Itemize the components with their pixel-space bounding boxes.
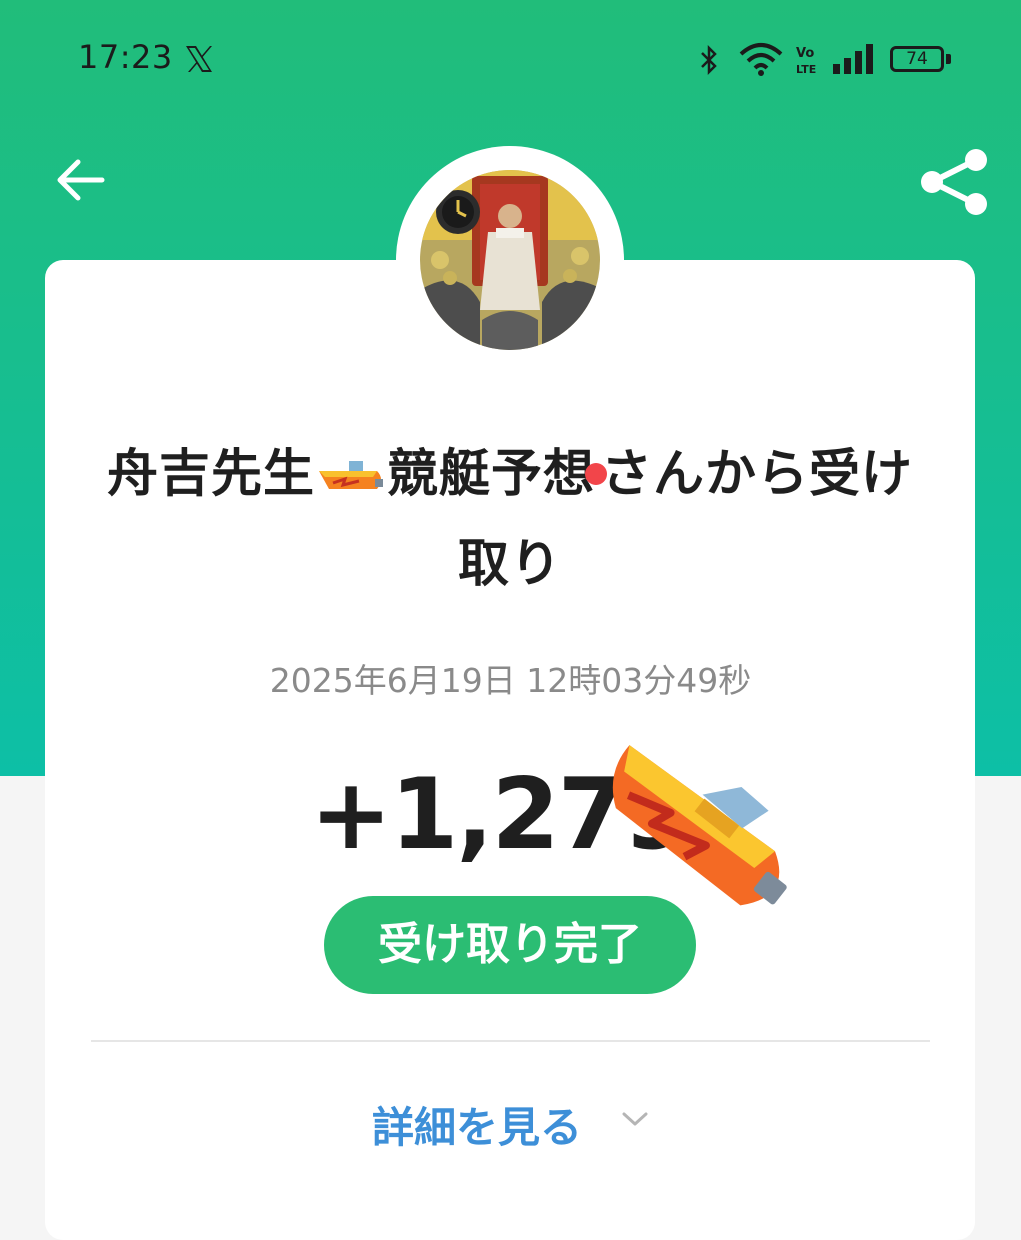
status-time: 17:23 — [78, 38, 173, 76]
svg-text:Vo: Vo — [796, 46, 814, 61]
avatar — [420, 170, 600, 350]
battery-tip — [946, 54, 951, 64]
share-button[interactable] — [916, 144, 990, 218]
bluetooth-icon — [701, 44, 717, 76]
speedboat-icon — [318, 461, 383, 489]
chevron-down-icon[interactable] — [620, 1108, 650, 1130]
svg-text:LTE: LTE — [796, 63, 816, 76]
x-logo-icon — [186, 46, 212, 72]
status-bar: 17:23 Vo LTE 74 — [0, 0, 1021, 120]
transfer-date: 2025年6月19日 12時03分49秒 — [269, 661, 752, 700]
view-details-link[interactable]: 詳細を見る — [372, 1094, 582, 1155]
wifi-icon — [739, 43, 783, 76]
back-button[interactable] — [54, 154, 106, 206]
volte-icon: Vo LTE — [796, 46, 816, 76]
sender-name: 舟吉先生 — [106, 445, 315, 504]
signal-icon — [833, 44, 873, 74]
divider — [91, 1040, 930, 1042]
battery-icon: 74 — [890, 46, 944, 72]
received-status-badge: 受け取り完了 — [324, 896, 696, 994]
sender-name-suffix: 競艇予想 — [386, 445, 595, 504]
battery-level: 74 — [906, 49, 928, 69]
transfer-card — [45, 260, 975, 1240]
transfer-title: 舟吉先生 競艇予想 さんから受け取り — [100, 430, 920, 610]
